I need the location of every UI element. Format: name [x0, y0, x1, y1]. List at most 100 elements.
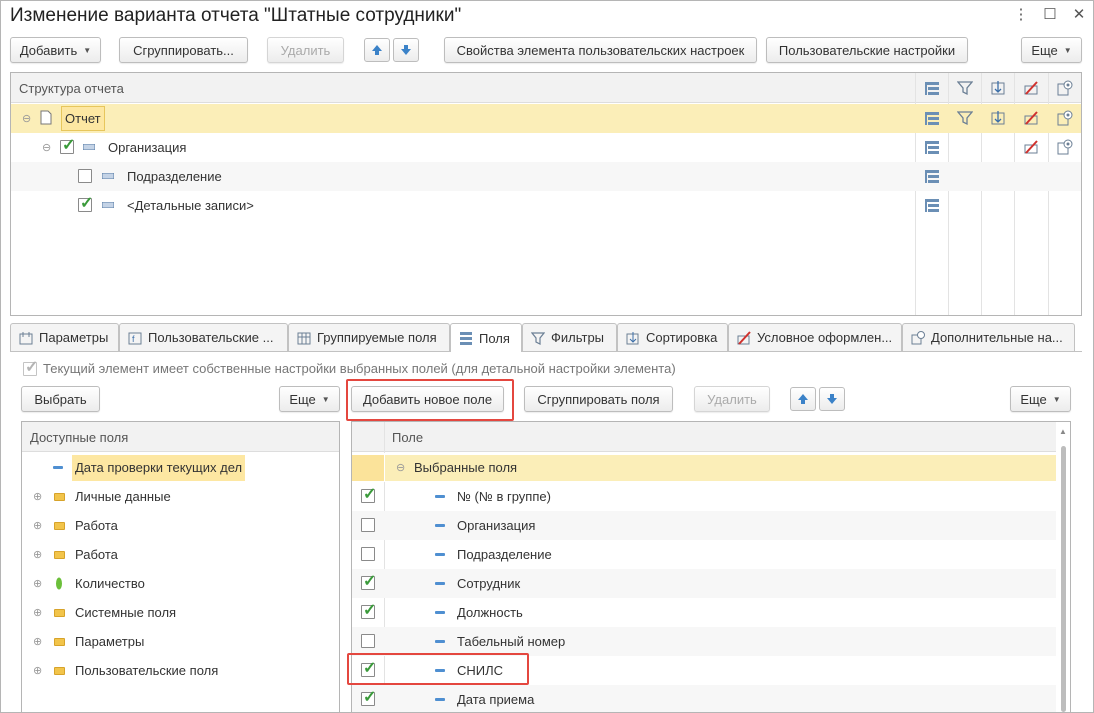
more-button[interactable]: Еще ▼	[1021, 37, 1082, 63]
field-checkbox[interactable]: ✓	[361, 690, 376, 706]
sort-icon[interactable]	[990, 110, 1006, 126]
chevron-down-icon: ▼	[1052, 394, 1061, 404]
field-checkbox[interactable]: ✓	[361, 574, 376, 590]
field-checkbox[interactable]: ✓	[361, 487, 376, 503]
department-checkbox[interactable]	[78, 169, 92, 183]
conditional-format-icon[interactable]	[1023, 110, 1039, 126]
element-properties-button[interactable]: Свойства элемента пользовательских настр…	[444, 37, 757, 63]
chevron-down-icon: ▼	[83, 45, 92, 55]
filter-icon	[957, 81, 973, 96]
tab-filters-label: Фильтры	[551, 330, 605, 345]
scrollbar[interactable]: ▲	[1056, 422, 1070, 712]
structure-row-report[interactable]: ⊖ Отчет	[11, 104, 1081, 133]
extra-settings-icon[interactable]	[1057, 110, 1073, 126]
expand-icon[interactable]: ⊕	[33, 577, 42, 590]
field-move-down-button[interactable]	[819, 387, 845, 411]
list-item[interactable]: ⊕ Пользовательские поля	[22, 656, 339, 685]
table-row[interactable]: Организация	[352, 511, 1070, 540]
user-settings-button[interactable]: Пользовательские настройки	[766, 37, 968, 63]
extra-settings-icon	[911, 330, 925, 344]
structure-row-department[interactable]: Подразделение	[11, 162, 1081, 191]
table-row[interactable]: ✓ Дата приема	[352, 685, 1070, 712]
document-icon	[40, 110, 52, 125]
field-icon	[435, 524, 445, 527]
move-down-button[interactable]	[393, 38, 419, 62]
add-button[interactable]: Добавить ▼	[10, 37, 101, 63]
extra-settings-icon[interactable]	[1057, 139, 1073, 155]
settings-tabs: Параметры f Пользовательские ... Группиру…	[10, 323, 1075, 352]
list-item[interactable]: ⊕ Личные данные	[22, 482, 339, 511]
collapse-icon[interactable]: ⊖	[42, 141, 51, 154]
right-more-button[interactable]: Еще ▼	[1010, 386, 1071, 412]
tab-fields[interactable]: Поля	[450, 323, 522, 352]
list-item[interactable]: ⊕ Системные поля	[22, 598, 339, 627]
organization-checkbox[interactable]: ✓	[60, 138, 75, 154]
field-move-up-button[interactable]	[790, 387, 816, 411]
group-button[interactable]: Сгруппировать...	[119, 37, 248, 63]
field-checkbox[interactable]	[361, 547, 375, 561]
list-item[interactable]: ⊕ Количество	[22, 569, 339, 598]
structure-row-details[interactable]: ✓ <Детальные записи>	[11, 191, 1081, 220]
close-icon[interactable]: ✕	[1069, 5, 1089, 23]
tab-parameters-label: Параметры	[39, 330, 109, 345]
left-more-label: Еще	[289, 391, 316, 407]
organization-label: Организация	[108, 140, 187, 155]
report-node-label[interactable]: Отчет	[61, 106, 105, 131]
grouping-icon[interactable]	[924, 197, 940, 213]
delete-field-button[interactable]: Удалить	[694, 386, 770, 412]
move-up-button[interactable]	[364, 38, 390, 62]
tab-grouped-fields[interactable]: Группируемые поля	[288, 323, 450, 351]
tab-user-fields[interactable]: f Пользовательские ...	[119, 323, 288, 351]
table-row[interactable]: ✓ № (№ в группе)	[352, 482, 1070, 511]
list-item[interactable]: Дата проверки текущих дел	[22, 453, 339, 482]
group-fields-button[interactable]: Сгруппировать поля	[524, 386, 673, 412]
maximize-icon[interactable]: ☐	[1040, 5, 1060, 23]
field-checkbox[interactable]	[361, 634, 375, 648]
expand-icon[interactable]: ⊕	[33, 490, 42, 503]
structure-row-organization[interactable]: ⊖ ✓ Организация	[11, 133, 1081, 162]
list-item[interactable]: ⊕ Работа	[22, 511, 339, 540]
table-row[interactable]: Подразделение	[352, 540, 1070, 569]
folder-icon	[54, 551, 65, 559]
fields-icon	[460, 332, 472, 345]
list-item[interactable]: ⊕ Параметры	[22, 627, 339, 656]
delete-button[interactable]: Удалить	[267, 37, 344, 63]
tab-sorting[interactable]: Сортировка	[617, 323, 728, 351]
expand-icon[interactable]: ⊕	[33, 606, 42, 619]
arrow-up-icon	[798, 394, 808, 404]
tab-filters[interactable]: Фильтры	[522, 323, 617, 351]
details-checkbox[interactable]: ✓	[78, 196, 93, 212]
tab-parameters[interactable]: Параметры	[10, 323, 119, 351]
more-actions-icon[interactable]: ⋮	[1011, 5, 1031, 23]
tab-conditional-format[interactable]: Условное оформлен...	[728, 323, 902, 351]
field-checkbox[interactable]: ✓	[361, 603, 376, 619]
selected-group-row[interactable]: ⊖ Выбранные поля	[352, 453, 1070, 482]
grouping-icon[interactable]	[924, 168, 940, 184]
grouping-icon[interactable]	[924, 110, 940, 126]
grouping-icon[interactable]	[924, 139, 940, 155]
list-item[interactable]: ⊕ Работа	[22, 540, 339, 569]
collapse-icon[interactable]: ⊖	[396, 461, 405, 474]
tab-additional[interactable]: Дополнительные на...	[902, 323, 1075, 351]
table-row[interactable]: Табельный номер	[352, 627, 1070, 656]
table-row[interactable]: ✓ Должность	[352, 598, 1070, 627]
scroll-up-icon[interactable]: ▲	[1059, 427, 1067, 436]
table-row[interactable]: ✓ Сотрудник	[352, 569, 1070, 598]
select-button[interactable]: Выбрать	[21, 386, 100, 412]
conditional-format-icon[interactable]	[1023, 139, 1039, 155]
expand-icon[interactable]: ⊕	[33, 635, 42, 648]
field-checkbox[interactable]	[361, 518, 375, 532]
chevron-down-icon: ▼	[1063, 45, 1072, 55]
expand-icon[interactable]: ⊕	[33, 548, 42, 561]
more-button-label: Еще	[1031, 42, 1058, 58]
collapse-icon[interactable]: ⊖	[22, 112, 31, 125]
expand-icon[interactable]: ⊕	[33, 519, 42, 532]
filter-icon[interactable]	[957, 110, 973, 126]
expand-icon[interactable]: ⊕	[33, 664, 42, 677]
scrollbar-thumb[interactable]	[1061, 446, 1066, 712]
left-more-button[interactable]: Еще ▼	[279, 386, 340, 412]
available-field-label: Количество	[75, 576, 145, 591]
own-settings-checkbox[interactable]: ✓	[23, 360, 38, 376]
details-label: <Детальные записи>	[127, 198, 254, 213]
filter-icon	[531, 331, 545, 345]
